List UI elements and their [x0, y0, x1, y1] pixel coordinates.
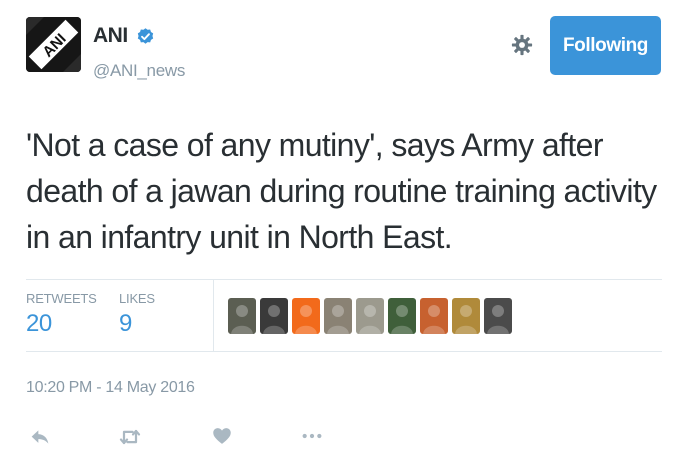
divider	[26, 351, 662, 352]
retweets-label: RETWEETS	[26, 291, 97, 306]
divider	[26, 279, 662, 280]
liker-avatar[interactable]	[324, 298, 352, 334]
more-icon[interactable]	[301, 426, 323, 450]
liker-avatar[interactable]	[356, 298, 384, 334]
likes-stat[interactable]: LIKES 9	[119, 291, 155, 338]
retweet-icon[interactable]	[118, 426, 142, 450]
gear-icon[interactable]	[511, 34, 533, 56]
verified-badge-icon	[136, 27, 155, 46]
liker-avatar[interactable]	[484, 298, 512, 334]
like-icon[interactable]	[212, 426, 232, 450]
liker-avatar[interactable]	[292, 298, 320, 334]
likes-label: LIKES	[119, 291, 155, 306]
following-button[interactable]: Following	[550, 16, 661, 75]
likers-avatars	[228, 298, 512, 334]
liker-avatar[interactable]	[452, 298, 480, 334]
tweet-text: 'Not a case of any mutiny', says Army af…	[26, 127, 657, 255]
liker-avatar[interactable]	[388, 298, 416, 334]
ani-logo-icon: ANI	[26, 17, 81, 72]
liker-avatar[interactable]	[260, 298, 288, 334]
reply-icon[interactable]	[30, 426, 50, 450]
author-name-block[interactable]: ANI	[93, 24, 155, 48]
author-display-name[interactable]: ANI	[93, 24, 128, 48]
tweet-timestamp[interactable]: 10:20 PM - 14 May 2016	[26, 379, 195, 397]
liker-avatar[interactable]	[228, 298, 256, 334]
stats-divider	[213, 280, 214, 351]
avatar[interactable]: ANI	[26, 17, 81, 72]
retweets-stat[interactable]: RETWEETS 20	[26, 291, 97, 338]
likes-count: 9	[119, 310, 132, 337]
liker-avatar[interactable]	[420, 298, 448, 334]
tweet-card: ANI ANI @ANI_news Following 'Not a case …	[0, 0, 700, 468]
retweets-count: 20	[26, 310, 52, 337]
author-handle[interactable]: @ANI_news	[93, 61, 185, 81]
